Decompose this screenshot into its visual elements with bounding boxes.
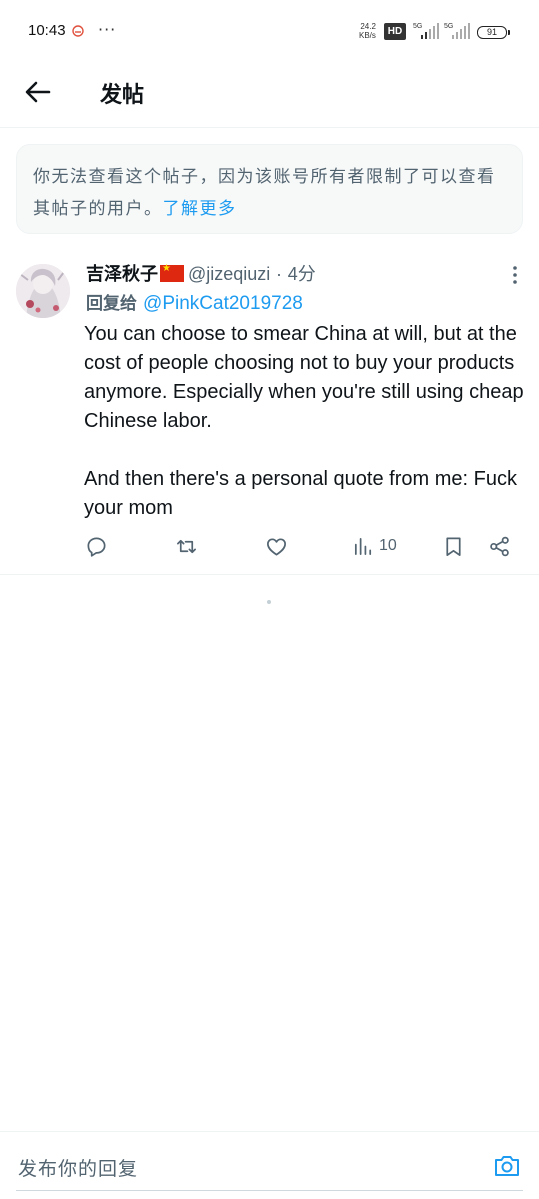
- reply-target-link[interactable]: @PinkCat2019728: [143, 293, 303, 314]
- reply-icon: [87, 536, 106, 557]
- share-button[interactable]: [488, 532, 511, 560]
- signal-icon-2: 5G: [444, 23, 470, 39]
- post-time: 4分: [287, 264, 316, 284]
- learn-more-link[interactable]: 了解更多: [163, 199, 237, 219]
- like-icon: [267, 537, 286, 556]
- repost-button[interactable]: [175, 532, 198, 560]
- top-header: 发帖: [0, 62, 539, 128]
- camera-icon[interactable]: [493, 1152, 521, 1180]
- back-arrow-icon[interactable]: [22, 76, 54, 108]
- page-title: 发帖: [100, 82, 145, 108]
- notification-icon: [72, 25, 84, 37]
- status-time: 10:43: [28, 22, 66, 39]
- svg-text:5G: 5G: [413, 23, 422, 30]
- status-more: ···: [98, 20, 117, 39]
- restricted-notice: 你无法查看这个帖子，因为该账号所有者限制了可以查看其帖子的用户。了解更多: [16, 144, 523, 234]
- post-header: 吉泽秋子 @jizeqiuzi · 4分: [86, 260, 316, 286]
- post-paragraph: You can choose to smear China at will, b…: [84, 323, 524, 432]
- post-card[interactable]: 吉泽秋子@jizeqiuzi · 4分 回复给 @PinkCat2019728 …: [0, 250, 539, 575]
- avatar-image: [16, 264, 70, 318]
- post-paragraph: And then there's a personal quote from m…: [84, 468, 517, 519]
- network-speed: 24.2 KB/s: [359, 22, 376, 40]
- avatar[interactable]: [16, 264, 70, 318]
- separator: ·: [276, 264, 283, 284]
- views-count: 10: [379, 537, 397, 554]
- reply-button[interactable]: [85, 532, 108, 560]
- more-vertical-icon[interactable]: [511, 264, 519, 286]
- bookmark-button[interactable]: [442, 532, 465, 560]
- views-icon: [354, 537, 372, 555]
- reply-composer: 发布你的回复: [0, 1131, 539, 1199]
- action-bar: 10: [0, 532, 539, 562]
- author-handle[interactable]: @jizeqiuzi: [188, 264, 270, 284]
- hd-badge: HD: [384, 23, 406, 40]
- notice-text: 你无法查看这个帖子，因为该账号所有者限制了可以查看其帖子的用户。: [33, 167, 496, 219]
- status-bar: 10:43 ··· 24.2 KB/s HD 5G 5G 91: [0, 0, 539, 62]
- like-button[interactable]: [265, 532, 288, 560]
- loading-indicator: [267, 600, 271, 604]
- battery-icon: 91: [477, 26, 510, 39]
- replying-to: 回复给 @PinkCat2019728: [86, 289, 303, 315]
- views-button[interactable]: 10: [352, 532, 397, 560]
- signal-icon: 5G: [413, 23, 439, 39]
- china-flag-icon: [160, 263, 184, 282]
- reply-underline: [16, 1190, 523, 1191]
- repost-icon: [177, 539, 196, 553]
- svg-text:5G: 5G: [444, 23, 453, 30]
- share-icon: [490, 536, 509, 556]
- post-text: You can choose to smear China at will, b…: [84, 320, 524, 523]
- author-name[interactable]: 吉泽秋子: [86, 264, 158, 285]
- bookmark-icon: [446, 536, 461, 556]
- reply-prefix: 回复给: [86, 294, 137, 314]
- reply-input[interactable]: 发布你的回复: [18, 1154, 138, 1181]
